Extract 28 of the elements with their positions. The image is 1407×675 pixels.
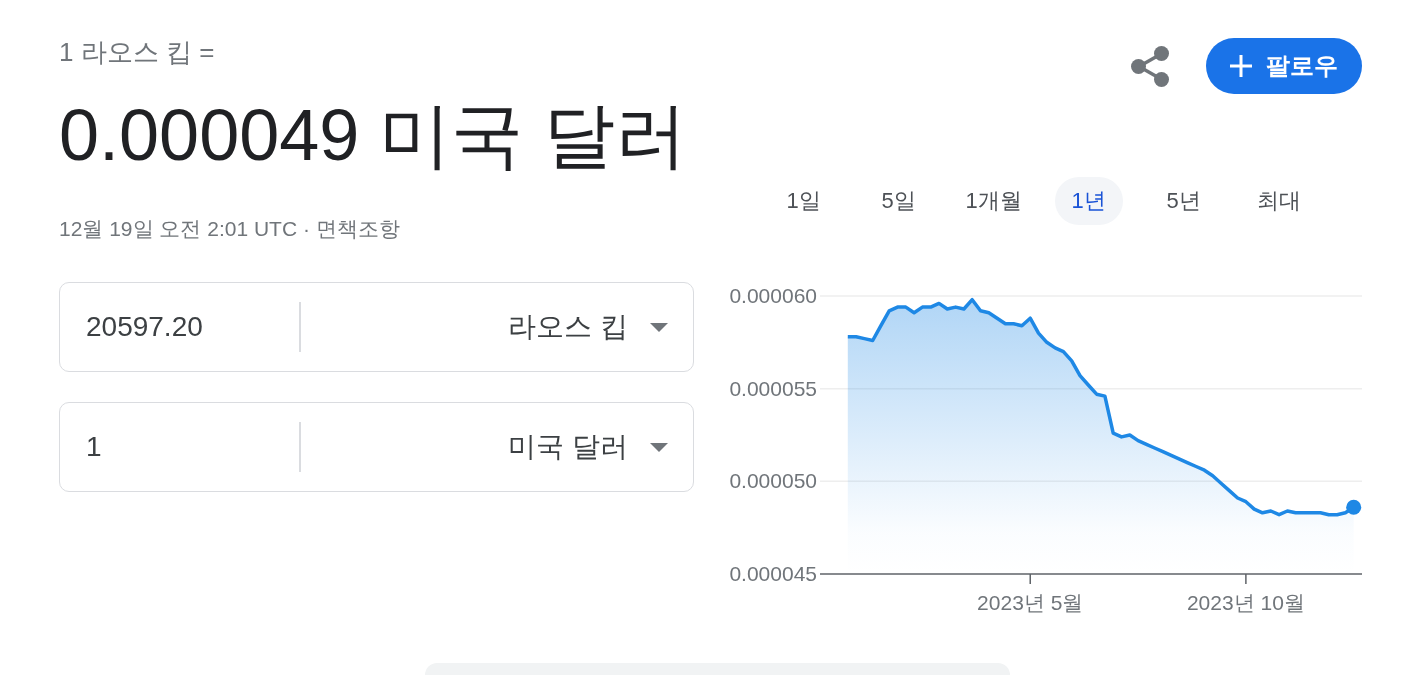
separator: · <box>303 216 311 242</box>
axis-label: 0.000055 <box>729 376 817 400</box>
end-dot-icon <box>1346 499 1362 515</box>
caret-icon <box>650 442 668 452</box>
timestamp: 12월 19일 오전 2:01 UTC <box>59 216 298 242</box>
range-tab[interactable]: 1일 <box>769 177 838 225</box>
amount-field[interactable]: 20597.20 <box>86 309 299 345</box>
range-tab[interactable]: 5일 <box>864 177 933 225</box>
follow-button[interactable]: 팔로우 <box>1206 38 1362 94</box>
range-tab[interactable]: 1개월 <box>959 177 1028 225</box>
axis-label: 0.000045 <box>729 562 817 585</box>
caret-icon <box>650 322 668 332</box>
axis-label: 2023년 5월 <box>977 591 1084 614</box>
amount-field[interactable]: 1 <box>86 429 299 465</box>
disclaimer-link[interactable]: 면책조항 <box>316 215 401 243</box>
range-tab[interactable]: 1년 <box>1054 177 1123 225</box>
share-button[interactable] <box>1131 45 1169 87</box>
range-tab[interactable]: 최대 <box>1244 177 1313 225</box>
axis-label: 0.000060 <box>729 284 817 307</box>
axis-label: 0.000050 <box>729 469 817 493</box>
conversion-result: 0.000049 미국 달러 <box>59 95 688 175</box>
currency-dropdown[interactable]: 미국 달러 <box>300 422 693 472</box>
range-tab[interactable]: 5년 <box>1149 177 1218 225</box>
conversion-title: 1 라오스 킵 = <box>59 37 215 67</box>
axis-label: 2023년 10월 <box>1186 591 1305 614</box>
plus-icon <box>1230 55 1252 77</box>
currency-dropdown[interactable]: 라오스 킵 <box>300 302 693 352</box>
share-icon <box>1131 45 1169 87</box>
